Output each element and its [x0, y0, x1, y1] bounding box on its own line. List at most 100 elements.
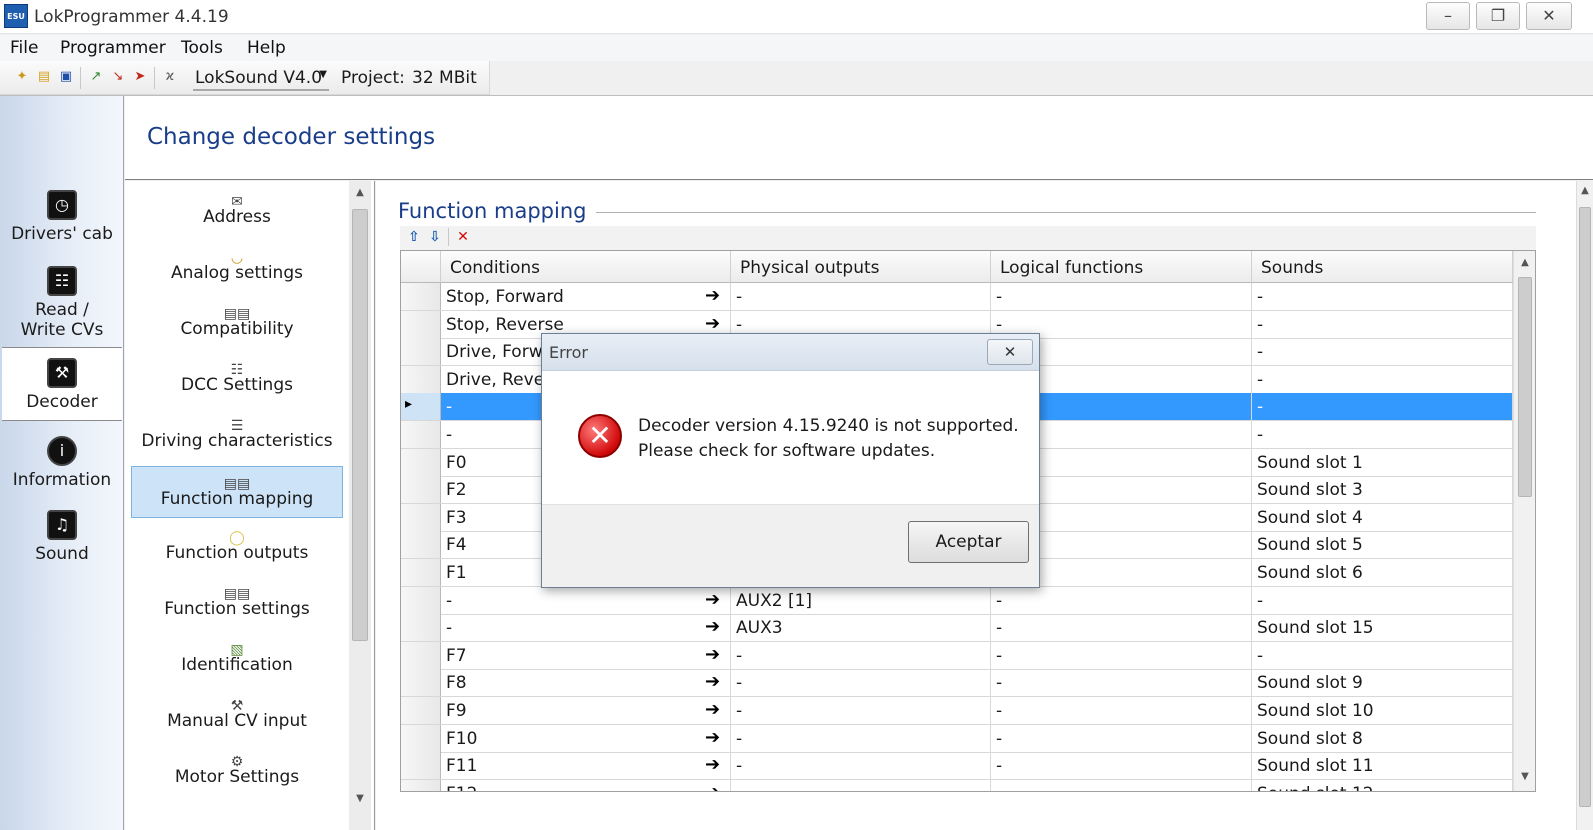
restore-button[interactable]: ❐ — [1476, 2, 1520, 30]
grid-scrollbar[interactable]: ▲ ▼ — [1513, 251, 1535, 791]
cell-physical-outputs[interactable]: - — [731, 724, 991, 752]
cell-sounds[interactable]: Sound slot 3 — [1252, 476, 1513, 504]
cell-sounds[interactable]: - — [1252, 365, 1513, 393]
cell-conditions[interactable]: F8 — [441, 669, 731, 697]
open-folder-icon[interactable]: ▤ — [36, 69, 52, 85]
cell-logical-functions[interactable]: - — [991, 669, 1252, 697]
cell-logical-functions[interactable]: - — [991, 614, 1252, 642]
cell-physical-outputs[interactable]: - — [731, 697, 991, 724]
cell-sounds[interactable]: - — [1252, 283, 1513, 310]
cell-sounds[interactable]: - — [1252, 393, 1513, 421]
scroll-thumb[interactable] — [1579, 207, 1591, 807]
row-header[interactable] — [401, 724, 441, 752]
cell-physical-outputs[interactable]: - — [731, 283, 991, 310]
new-file-icon[interactable]: ✦ — [14, 69, 30, 85]
dialog-close-button[interactable]: ✕ — [987, 339, 1033, 365]
close-window-button[interactable]: ✕ — [1526, 2, 1572, 30]
cell-sounds[interactable]: Sound slot 8 — [1252, 724, 1513, 752]
cell-conditions[interactable]: Stop, Forward — [441, 283, 731, 310]
save-icon[interactable]: ▣ — [58, 69, 74, 85]
move-up-icon[interactable]: ⇧ — [406, 229, 422, 245]
cell-logical-functions[interactable]: - — [991, 752, 1252, 780]
menu-file[interactable]: File — [10, 38, 38, 58]
table-row[interactable]: F10- - Sound slot 8 ➔ — [401, 724, 1513, 753]
delete-icon[interactable]: ✕ — [455, 229, 471, 245]
cell-logical-functions[interactable]: - — [991, 586, 1252, 614]
wrench-icon[interactable]: ϰ — [162, 69, 178, 85]
cell-sounds[interactable]: Sound slot 5 — [1252, 531, 1513, 559]
accept-button[interactable]: Aceptar — [908, 521, 1029, 563]
table-row[interactable]: F8- - Sound slot 9 ➔ — [401, 669, 1513, 698]
cell-conditions[interactable]: F11 — [441, 752, 731, 780]
cell-logical-functions[interactable] — [991, 779, 1252, 791]
sidebar-item-drivers-cab[interactable]: ◷ Drivers' cab — [2, 180, 122, 254]
category-dcc-settings[interactable]: ☷ DCC Settings — [131, 353, 343, 405]
sidebar-item-sound[interactable]: ♫ Sound — [2, 500, 122, 574]
cell-conditions[interactable]: - — [441, 614, 731, 642]
row-header[interactable] — [401, 503, 441, 531]
row-header[interactable] — [401, 476, 441, 504]
write-sound-icon[interactable]: ➤ — [132, 69, 148, 85]
scroll-down-icon[interactable]: ▼ — [352, 793, 368, 809]
row-header[interactable] — [401, 283, 441, 310]
column-header-logical-functions[interactable]: Logical functions — [991, 251, 1252, 283]
cell-sounds[interactable]: - — [1252, 641, 1513, 669]
cell-sounds[interactable]: Sound slot 4 — [1252, 503, 1513, 531]
category-analog-settings[interactable]: ◡ Analog settings — [131, 241, 343, 293]
sidebar-item-read-write[interactable]: ☷ Read / Write CVs — [2, 256, 122, 342]
scroll-thumb[interactable] — [352, 209, 368, 641]
scroll-up-icon[interactable]: ▲ — [352, 187, 368, 203]
move-down-icon[interactable]: ⇩ — [427, 229, 443, 245]
cell-physical-outputs[interactable]: - — [731, 752, 991, 780]
table-row[interactable]: F12 Sound slot 12 ➔ — [401, 779, 1513, 791]
category-compatibility[interactable]: ▤▤ Compatibility — [131, 297, 343, 349]
table-row[interactable]: Stop, Forward - - - ➔ — [401, 283, 1513, 311]
row-header[interactable] — [401, 421, 441, 448]
cell-sounds[interactable]: - — [1252, 421, 1513, 448]
row-header[interactable] — [401, 752, 441, 780]
row-header[interactable] — [401, 669, 441, 697]
cell-physical-outputs[interactable]: AUX2 [1] — [731, 586, 991, 614]
cell-conditions[interactable]: F12 — [441, 779, 731, 791]
category-identification[interactable]: ▧ Identification — [131, 633, 343, 685]
cell-conditions[interactable]: F9 — [441, 697, 731, 724]
column-header-sounds[interactable]: Sounds — [1252, 251, 1513, 283]
category-function-mapping[interactable]: ▤▤ Function mapping — [131, 466, 343, 518]
category-manual-cv-input[interactable]: ⚒ Manual CV input — [131, 689, 343, 741]
cell-sounds[interactable]: Sound slot 10 — [1252, 697, 1513, 724]
cell-sounds[interactable]: Sound slot 12 — [1252, 779, 1513, 791]
row-header[interactable] — [401, 531, 441, 559]
read-decoder-icon[interactable]: ↗ — [88, 69, 104, 85]
cell-sounds[interactable]: - — [1252, 310, 1513, 338]
table-row[interactable]: F11- - Sound slot 11 ➔ — [401, 752, 1513, 781]
row-header[interactable] — [401, 559, 441, 586]
cell-physical-outputs[interactable]: - — [731, 669, 991, 697]
sidebar-item-decoder[interactable]: ⚒ Decoder — [2, 347, 122, 421]
scroll-down-icon[interactable]: ▼ — [1517, 771, 1533, 787]
cell-logical-functions[interactable]: - — [991, 641, 1252, 669]
category-motor-settings[interactable]: ⚙ Motor Settings — [131, 745, 343, 797]
write-decoder-icon[interactable]: ↘ — [110, 69, 126, 85]
row-header[interactable] — [401, 448, 441, 476]
menu-tools[interactable]: Tools — [181, 38, 223, 58]
scroll-up-icon[interactable]: ▲ — [1577, 185, 1593, 201]
scroll-thumb[interactable] — [1518, 277, 1532, 497]
category-scrollbar[interactable]: ▲ ▼ — [349, 181, 371, 830]
row-header[interactable] — [401, 365, 441, 393]
minimize-button[interactable]: – — [1426, 2, 1470, 30]
cell-logical-functions[interactable]: - — [991, 697, 1252, 724]
cell-physical-outputs[interactable]: AUX3 — [731, 614, 991, 642]
cell-sounds[interactable]: Sound slot 15 — [1252, 614, 1513, 642]
cell-sounds[interactable]: Sound slot 9 — [1252, 669, 1513, 697]
cell-conditions[interactable]: F10 — [441, 724, 731, 752]
cell-logical-functions[interactable]: - — [991, 283, 1252, 310]
category-function-outputs[interactable]: ◯ Function outputs — [131, 521, 343, 573]
cell-sounds[interactable]: Sound slot 6 — [1252, 559, 1513, 586]
page-scrollbar[interactable]: ▲ — [1576, 181, 1593, 830]
row-header[interactable] — [401, 697, 441, 724]
table-row[interactable]: - AUX2 [1] - - ➔ — [401, 586, 1513, 615]
row-header[interactable] — [401, 614, 441, 642]
cell-conditions[interactable]: F7 — [441, 641, 731, 669]
row-header[interactable] — [401, 310, 441, 338]
cell-physical-outputs[interactable]: - — [731, 641, 991, 669]
